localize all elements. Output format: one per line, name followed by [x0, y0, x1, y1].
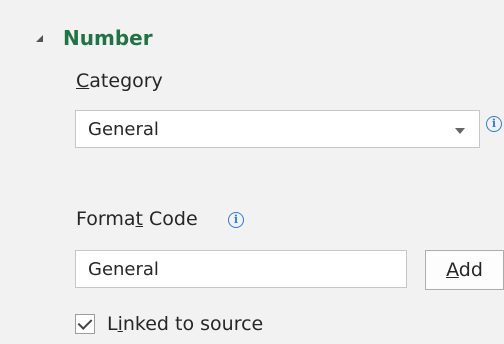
format-code-value: General	[88, 259, 159, 280]
linked-to-source-label: Linked to source	[107, 313, 264, 335]
category-dropdown[interactable]: General	[75, 110, 480, 148]
category-selected-value: General	[88, 119, 159, 140]
add-button[interactable]: Add	[425, 250, 504, 290]
number-section-header[interactable]: Number	[36, 20, 153, 56]
top-strip	[0, 0, 504, 10]
section-title: Number	[63, 26, 153, 50]
info-icon[interactable]: i	[228, 212, 244, 228]
category-label: Category	[76, 70, 163, 92]
chevron-down-icon[interactable]	[455, 128, 465, 134]
format-code-input[interactable]: General	[75, 250, 407, 288]
linked-to-source-row[interactable]: Linked to source	[75, 310, 263, 338]
collapse-triangle-icon[interactable]	[36, 34, 43, 42]
info-icon[interactable]: i	[486, 116, 502, 132]
linked-to-source-checkbox[interactable]	[75, 314, 95, 334]
format-code-label: Format Code	[76, 208, 198, 230]
